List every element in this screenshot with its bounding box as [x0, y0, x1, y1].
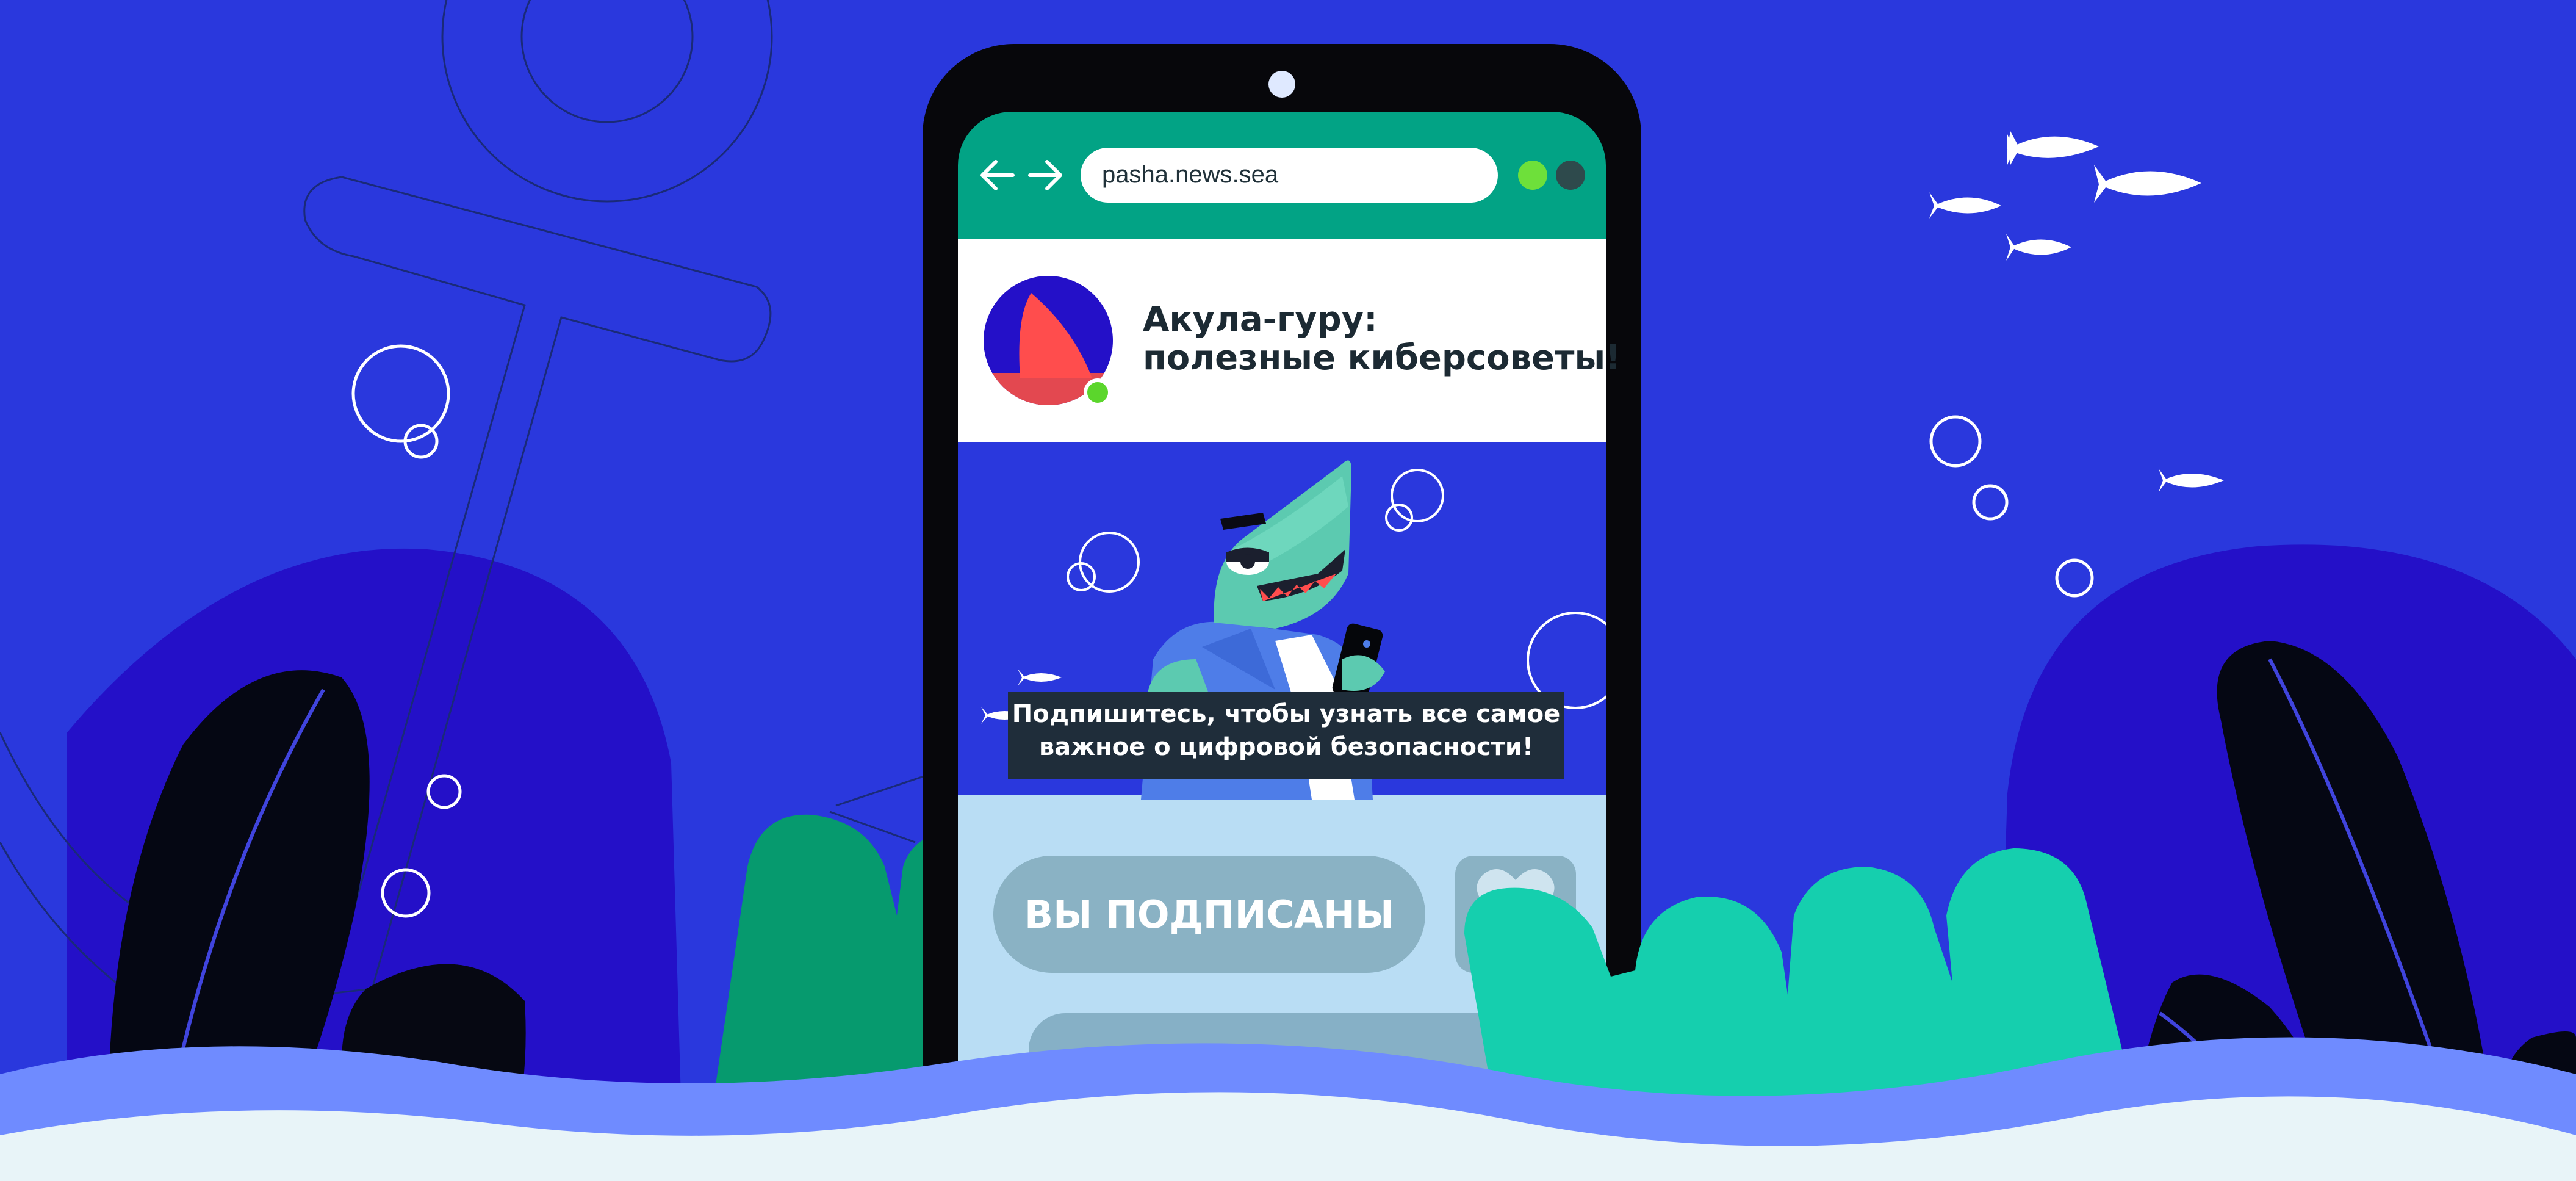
address-bar[interactable]: pasha.news.sea [1081, 148, 1498, 203]
subscribed-button[interactable]: ВЫ ПОДПИСАНЫ [993, 856, 1425, 973]
scene: Подпишитесь, чтобы узнать все самое важн… [0, 0, 2576, 1181]
online-indicator [1084, 378, 1112, 406]
subscribed-button-label: ВЫ ПОДПИСАНЫ [1024, 892, 1394, 937]
channel-title-line2: полезные киберсоветы! [1143, 338, 1621, 378]
status-dot-green [1518, 161, 1547, 190]
fish-school [1929, 131, 2224, 492]
banner-caption-line1: Подпишитесь, чтобы узнать все самое [1012, 700, 1560, 728]
banner-caption-line2: важное о цифровой безопасности! [1039, 733, 1533, 761]
front-camera [1268, 71, 1295, 98]
address-bar-url: pasha.news.sea [1102, 161, 1279, 188]
channel-title-line1: Акула-гуру: [1143, 300, 1378, 339]
illustration: Подпишитесь, чтобы узнать все самое важн… [0, 0, 2576, 1181]
status-dot-dark [1556, 161, 1585, 190]
